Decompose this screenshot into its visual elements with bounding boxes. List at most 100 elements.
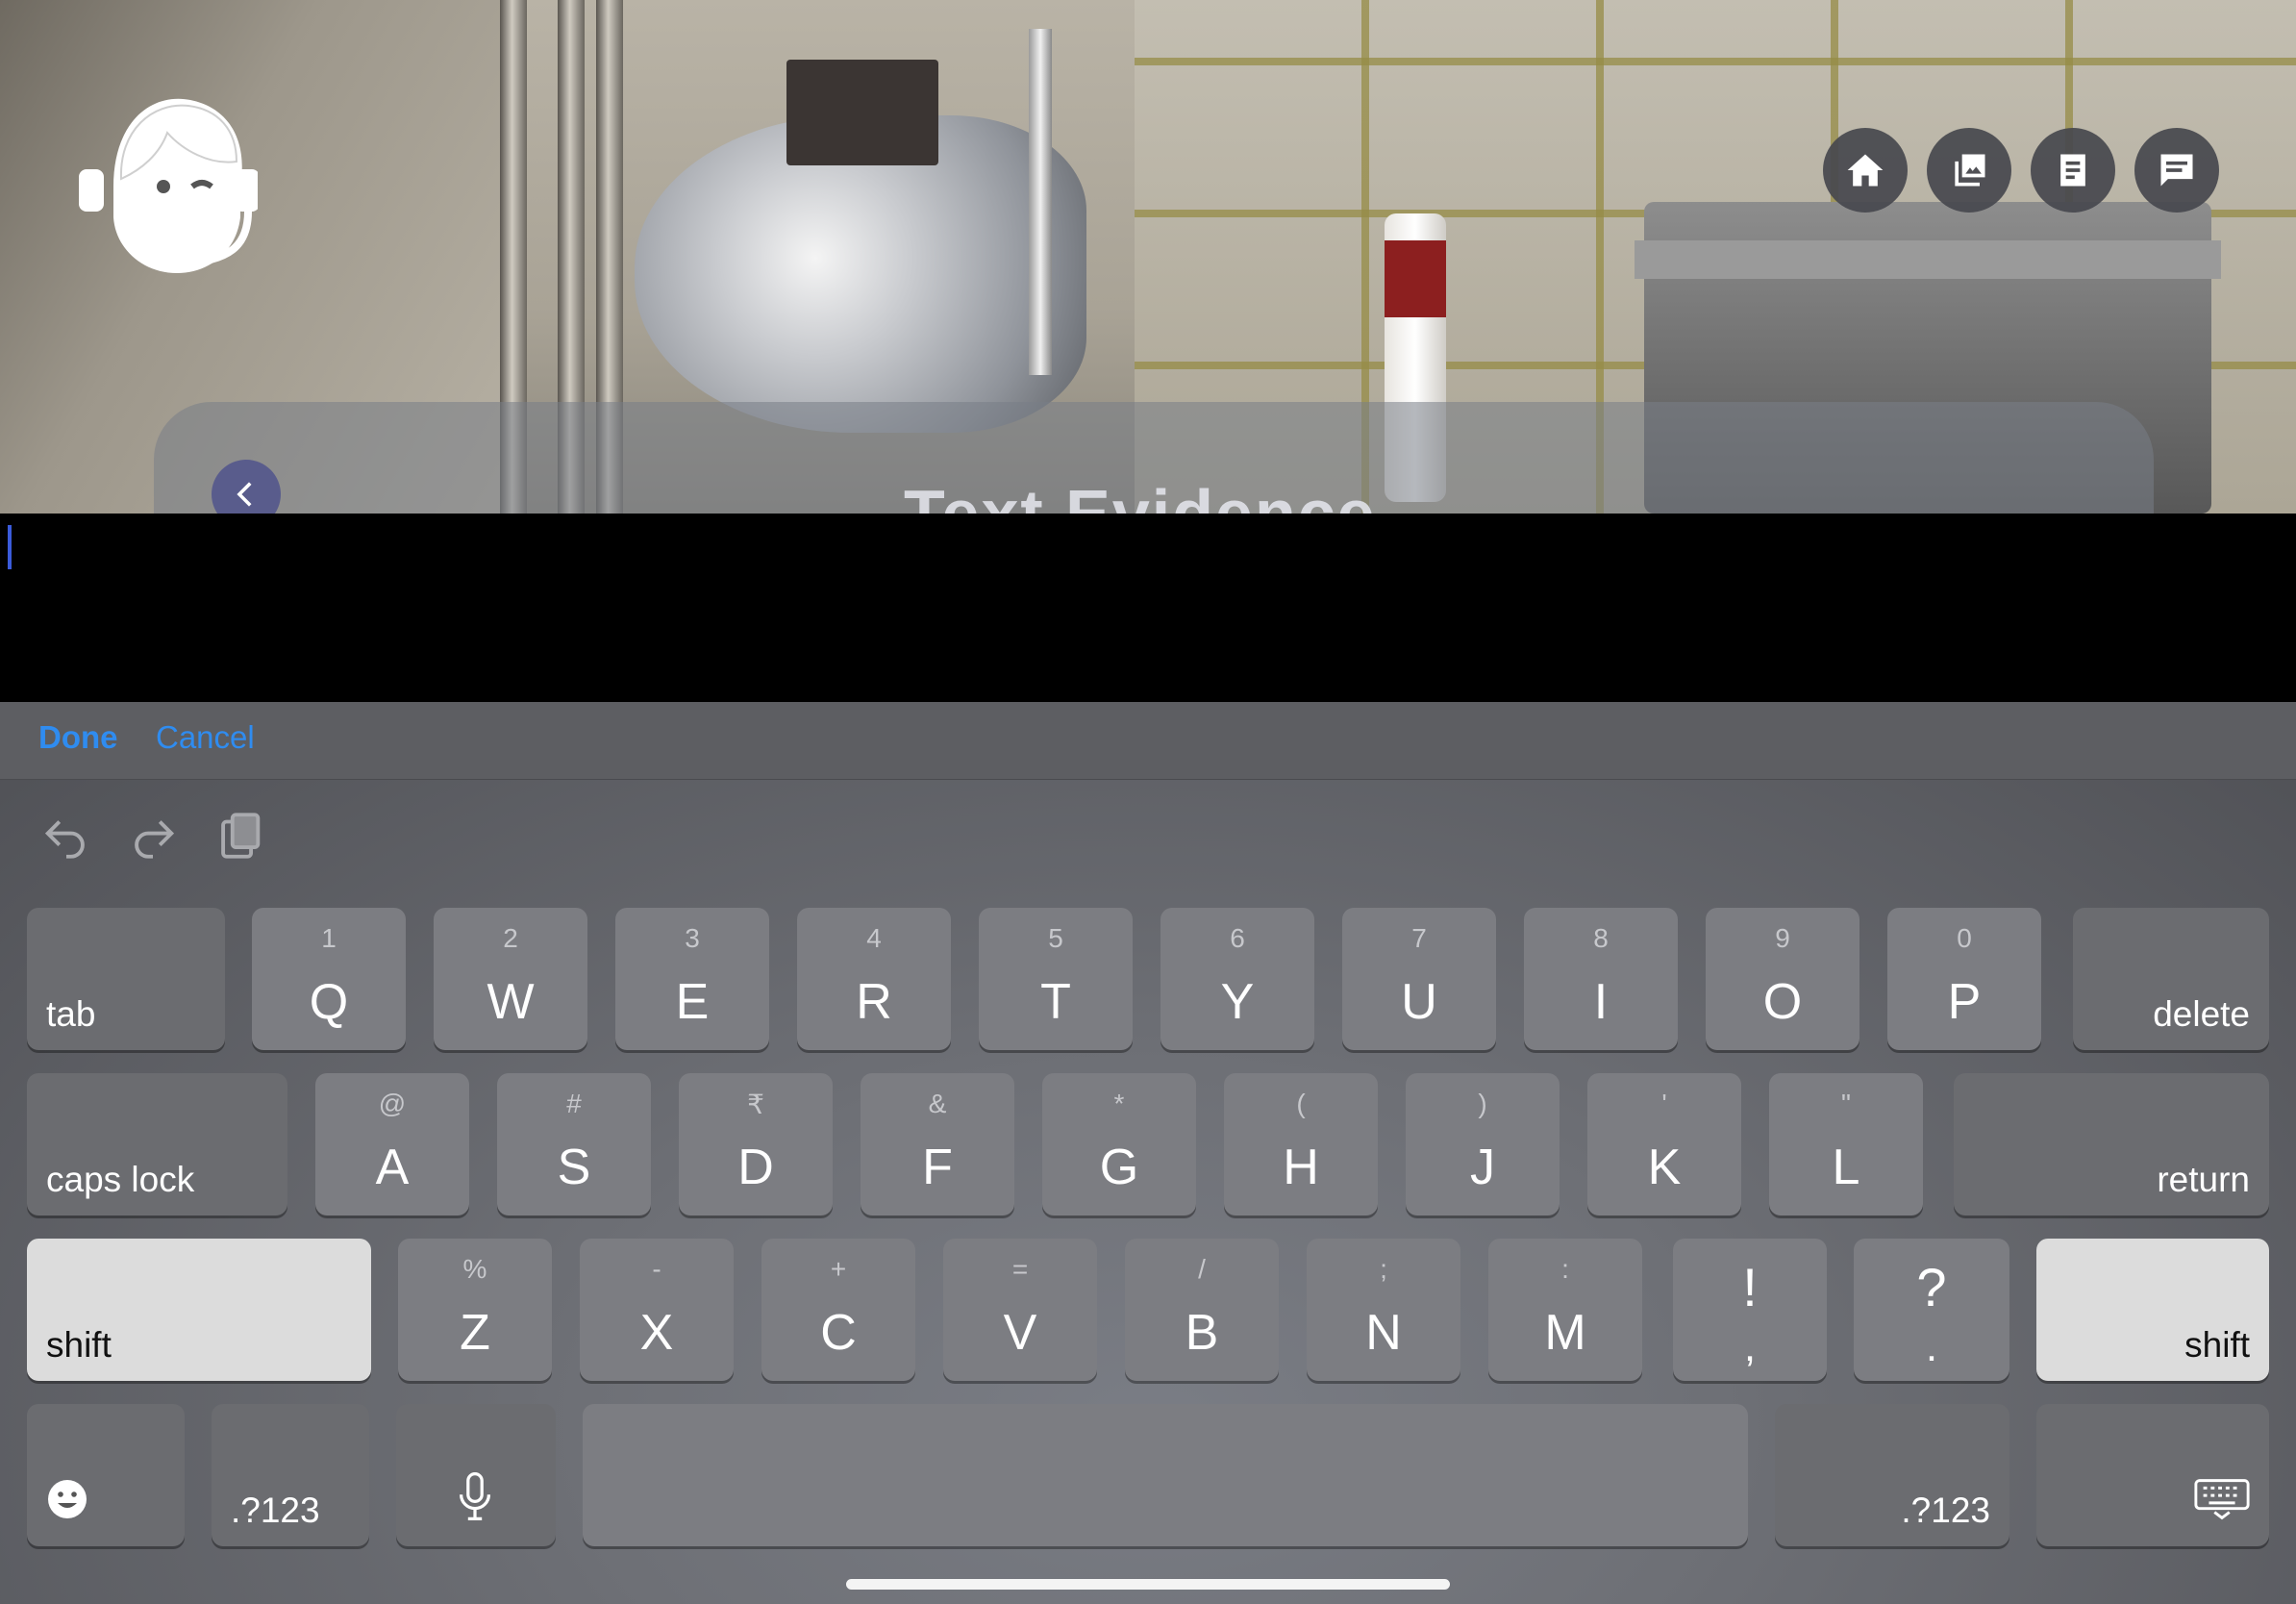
numbers-key-left[interactable]: .?123 xyxy=(212,1404,369,1546)
key-m[interactable]: :M xyxy=(1488,1239,1642,1381)
caps-lock-key[interactable]: caps lock xyxy=(27,1073,287,1216)
hide-keyboard-key[interactable] xyxy=(2036,1404,2269,1546)
key-hint: 4 xyxy=(866,923,882,953)
shift-key-right[interactable]: shift xyxy=(2036,1239,2269,1381)
shift-key-left[interactable]: shift xyxy=(27,1239,371,1381)
emoji-key[interactable] xyxy=(27,1404,185,1546)
key-h[interactable]: (H xyxy=(1224,1073,1378,1216)
gallery-icon[interactable] xyxy=(1927,128,2011,213)
key-y[interactable]: 6Y xyxy=(1160,908,1314,1050)
key-label: H xyxy=(1283,1140,1319,1195)
key-label: W xyxy=(487,974,535,1030)
onscreen-keyboard: Done Cancel tab 1Q2W3E4R5T6Y7U8I9O0P del… xyxy=(0,702,2296,1604)
undo-icon[interactable] xyxy=(38,808,94,864)
text-caret xyxy=(8,525,12,569)
key-label: T xyxy=(1040,974,1071,1030)
text-input-area[interactable] xyxy=(0,514,2296,702)
key-label: D xyxy=(737,1140,774,1195)
key-hint: : xyxy=(1561,1254,1569,1284)
key-hint: - xyxy=(652,1254,661,1284)
key-f[interactable]: & F xyxy=(861,1073,1014,1216)
key-hint: = xyxy=(1011,1254,1029,1284)
key-g[interactable]: * G xyxy=(1042,1073,1196,1216)
key-r[interactable]: 4R xyxy=(797,908,951,1050)
paste-icon[interactable] xyxy=(212,808,267,864)
key-hint: 7 xyxy=(1411,923,1427,953)
key-hint: ) xyxy=(1478,1089,1487,1118)
home-icon[interactable] xyxy=(1823,128,1908,213)
key-label: B xyxy=(1185,1305,1219,1361)
key-hint: ₹ xyxy=(747,1090,764,1119)
key-hint: * xyxy=(1113,1089,1125,1118)
key-e[interactable]: 3E xyxy=(615,908,769,1050)
key-hint: % xyxy=(462,1254,487,1284)
chat-icon[interactable] xyxy=(2134,128,2219,213)
cancel-button[interactable]: Cancel xyxy=(156,719,255,756)
key-p[interactable]: 0P xyxy=(1887,908,2041,1050)
key-w[interactable]: 2W xyxy=(434,908,587,1050)
key-hint: 9 xyxy=(1775,923,1790,953)
key-b[interactable]: / B xyxy=(1125,1239,1279,1381)
key-hint: 2 xyxy=(503,923,518,953)
motor-rod xyxy=(1029,29,1052,375)
key-hint: ( xyxy=(1296,1089,1306,1118)
key-hint: @ xyxy=(378,1089,407,1118)
key-hint: 1 xyxy=(321,923,337,953)
numbers-key-right[interactable]: .?123 xyxy=(1775,1404,2009,1546)
key-label: S xyxy=(557,1140,591,1195)
key-label: O xyxy=(1762,974,1803,1030)
key-hint: 5 xyxy=(1048,923,1063,953)
support-agent-icon[interactable] xyxy=(75,73,260,277)
dictation-key[interactable] xyxy=(396,1404,556,1546)
key-l[interactable]: " L xyxy=(1769,1073,1923,1216)
top-toolbar xyxy=(1823,128,2219,213)
key-label: E xyxy=(675,974,710,1030)
key-hint: ' xyxy=(1661,1089,1667,1118)
key-hint: & xyxy=(928,1089,947,1118)
key-a[interactable]: @ A xyxy=(315,1073,469,1216)
space-bar[interactable] xyxy=(583,1404,1748,1546)
key-i[interactable]: 8I xyxy=(1524,908,1678,1050)
key-label: I xyxy=(1593,974,1609,1030)
key-d[interactable]: ₹ D xyxy=(679,1073,833,1216)
key-label: X xyxy=(639,1305,674,1361)
key-q[interactable]: 1Q xyxy=(252,908,406,1050)
key-label: V xyxy=(1003,1305,1037,1361)
key-label: P xyxy=(1947,974,1982,1030)
key-hint: 0 xyxy=(1957,923,1972,953)
key-label: J xyxy=(1470,1140,1495,1195)
key-label: M xyxy=(1544,1305,1586,1361)
key-hint: 6 xyxy=(1230,923,1245,953)
key-t[interactable]: 5T xyxy=(979,908,1133,1050)
key-j[interactable]: ) J xyxy=(1406,1073,1560,1216)
delete-key[interactable]: delete xyxy=(2073,908,2269,1050)
done-button[interactable]: Done xyxy=(38,719,118,756)
key-s[interactable]: # S xyxy=(497,1073,651,1216)
key-hint: 8 xyxy=(1593,923,1609,953)
key-hint: " xyxy=(1841,1089,1851,1118)
key-label: Q xyxy=(309,974,349,1030)
key-n[interactable]: ; N xyxy=(1307,1239,1460,1381)
key-u[interactable]: 7U xyxy=(1342,908,1496,1050)
home-indicator[interactable] xyxy=(846,1579,1450,1590)
key-label: K xyxy=(1647,1140,1682,1195)
key-k[interactable]: ' K xyxy=(1587,1073,1741,1216)
key-z[interactable]: % Z xyxy=(398,1239,552,1381)
key-x[interactable]: -X xyxy=(580,1239,734,1381)
key-v[interactable]: = V xyxy=(943,1239,1097,1381)
key-hint: + xyxy=(830,1254,847,1284)
key-question-period[interactable]: ? . xyxy=(1854,1239,2009,1381)
key-exclaim-comma[interactable]: ! , xyxy=(1673,1239,1827,1381)
keyboard-accessory-bar: Done Cancel xyxy=(0,702,2296,780)
key-label: L xyxy=(1832,1140,1860,1195)
notes-icon[interactable] xyxy=(2031,128,2115,213)
keyboard-dismiss-icon xyxy=(2192,1476,2252,1527)
tab-key[interactable]: tab xyxy=(27,908,225,1050)
key-hint: # xyxy=(566,1089,582,1118)
key-o[interactable]: 9O xyxy=(1706,908,1859,1050)
key-c[interactable]: + C xyxy=(761,1239,915,1381)
key-label: A xyxy=(375,1140,410,1195)
key-hint: 3 xyxy=(685,923,700,953)
return-key[interactable]: return xyxy=(1954,1073,2269,1216)
redo-icon[interactable] xyxy=(125,808,181,864)
